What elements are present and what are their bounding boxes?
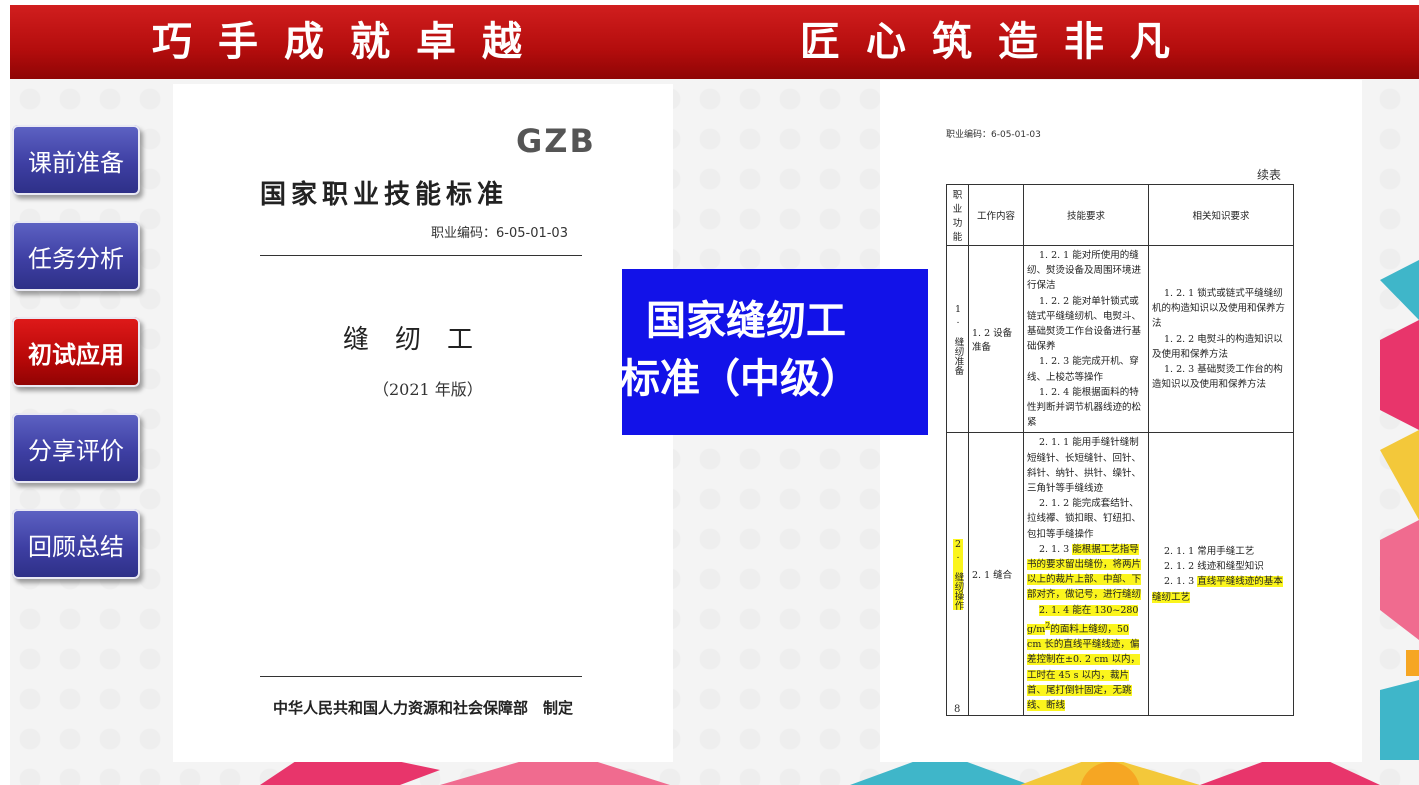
- knowledge-item: 2. 1. 3 直线平缝线迹的基本缝纫工艺: [1152, 576, 1283, 603]
- header-skills: 技能要求: [1023, 184, 1149, 246]
- skill-item: 1. 2. 1 能对所使用的缝纫、熨烫设备及周围环境进行保洁: [1027, 250, 1142, 292]
- knowledge-item: 1. 2. 2 电熨斗的构造知识以及使用和保养方法: [1152, 333, 1283, 360]
- caption-line-2: 标准（中级）: [620, 356, 860, 402]
- divider: [260, 255, 582, 256]
- function-cell: 2. 缝纫操作: [952, 538, 964, 610]
- skill-item: 2. 1. 2 能完成套结针、拉线襻、锁扣眼、钉纽扣、包扣等手缝操作: [1027, 498, 1142, 540]
- caption-line-1: 国家缝纫工: [646, 298, 846, 344]
- knowledge-item: 2. 1. 2 线迹和缝型知识: [1164, 561, 1264, 573]
- header-knowledge: 相关知识要求: [1148, 184, 1294, 246]
- standard-table-page: 职业编码：6-05-01-03 续表 职业功能 工作内容 技能要求 相关知识要求…: [880, 80, 1362, 762]
- header-content: 工作内容: [968, 184, 1024, 246]
- table-page-code: 职业编码：6-05-01-03: [946, 130, 1041, 140]
- skill-item: 2. 1. 3 能根据工艺指导书的要求留出缝份，将两片以上的裁片上部、中部、下部…: [1027, 543, 1142, 601]
- banner-slogan-right: 匠心筑造非凡: [800, 19, 1196, 65]
- slide: 巧手成就卓越 匠心筑造非凡 课前准备 任务分析 初试应用 分享评价 回顾总结 G…: [0, 0, 1419, 785]
- page-number: 8: [954, 704, 961, 715]
- skill-item: 1. 2. 3 能完成开机、穿线、上梭芯等操作: [1027, 356, 1139, 383]
- cover-occupation-code: 职业编码：6-05-01-03: [431, 226, 568, 241]
- cover-edition: （2021 年版）: [373, 380, 483, 399]
- nav-button-apply[interactable]: 初试应用: [12, 317, 140, 387]
- knowledge-item: 1. 2. 1 锁式或链式平缝缝纫机的构造知识以及使用和保养方法: [1152, 288, 1286, 330]
- highlight-caption-box: 国家缝纫工 标准（中级）: [620, 269, 928, 435]
- knowledge-item: 2. 1. 1 常用手缝工艺: [1164, 545, 1255, 557]
- skill-item: 1. 2. 2 能对单针锁式或链式平缝缝纫机、电熨斗、基础熨烫工作台设备进行基础…: [1027, 295, 1142, 353]
- divider: [260, 676, 582, 677]
- skill-item: 2. 1. 1 能用手缝针缝制短缝针、长短缝针、回针、斜针、纳针、拱针、缲针、三…: [1027, 437, 1142, 495]
- nav-button-prep[interactable]: 课前准备: [12, 125, 140, 195]
- decorative-pattern-right: [1380, 260, 1419, 760]
- cover-job-title: 缝纫工: [343, 325, 500, 355]
- standard-cover-page: GZB 国家职业技能标准 职业编码：6-05-01-03 缝纫工 （2021 年…: [173, 84, 673, 762]
- cover-title: 国家职业技能标准: [260, 180, 509, 210]
- nav-button-review[interactable]: 分享评价: [12, 413, 140, 483]
- knowledge-item: 1. 2. 3 基础熨烫工作台的构造知识以及使用和保养方法: [1152, 364, 1283, 391]
- skill-item: 2. 1. 4 能在 130~280 g/m2的面料上缝纫，50 cm 长的直线…: [1027, 604, 1140, 712]
- banner-slogan-left: 巧手成就卓越: [152, 19, 548, 65]
- nav-button-summary[interactable]: 回顾总结: [12, 509, 140, 579]
- highlighted-text: 的面料上缝纫，50 cm 长的直线平缝线迹，偏差控制在±0. 2 cm 以内，工…: [1027, 624, 1140, 712]
- table-header-row: 职业功能 工作内容 技能要求 相关知识要求: [946, 184, 1294, 246]
- header-function: 职业功能: [946, 184, 969, 246]
- content-cell: 1. 2 设备准备: [968, 244, 1024, 434]
- skill-item: 1. 2. 4 能根据面料的特性判断并调节机器线迹的松紧: [1027, 386, 1142, 429]
- nav-button-analysis[interactable]: 任务分析: [12, 221, 140, 291]
- table-row: 2. 缝纫操作 2. 1 缝合 2. 1. 1 能用手缝针缝制短缝针、长短缝针、…: [946, 432, 1294, 717]
- content-cell: 2. 1 缝合: [968, 432, 1024, 717]
- table-row: 1. 缝纫准备 1. 2 设备准备 1. 2. 1 能对所使用的缝纫、熨烫设备及…: [946, 244, 1294, 434]
- cover-issuer: 中华人民共和国人力资源和社会保障部 制定: [273, 699, 574, 717]
- table-continued-label: 续表: [1257, 168, 1282, 182]
- header-banner: 巧手成就卓越 匠心筑造非凡: [10, 5, 1419, 79]
- function-cell: 1. 缝纫准备: [952, 303, 964, 375]
- skills-table: 职业功能 工作内容 技能要求 相关知识要求 1. 缝纫准备 1. 2 设备准备 …: [946, 184, 1294, 717]
- gzb-logo: GZB: [516, 122, 596, 160]
